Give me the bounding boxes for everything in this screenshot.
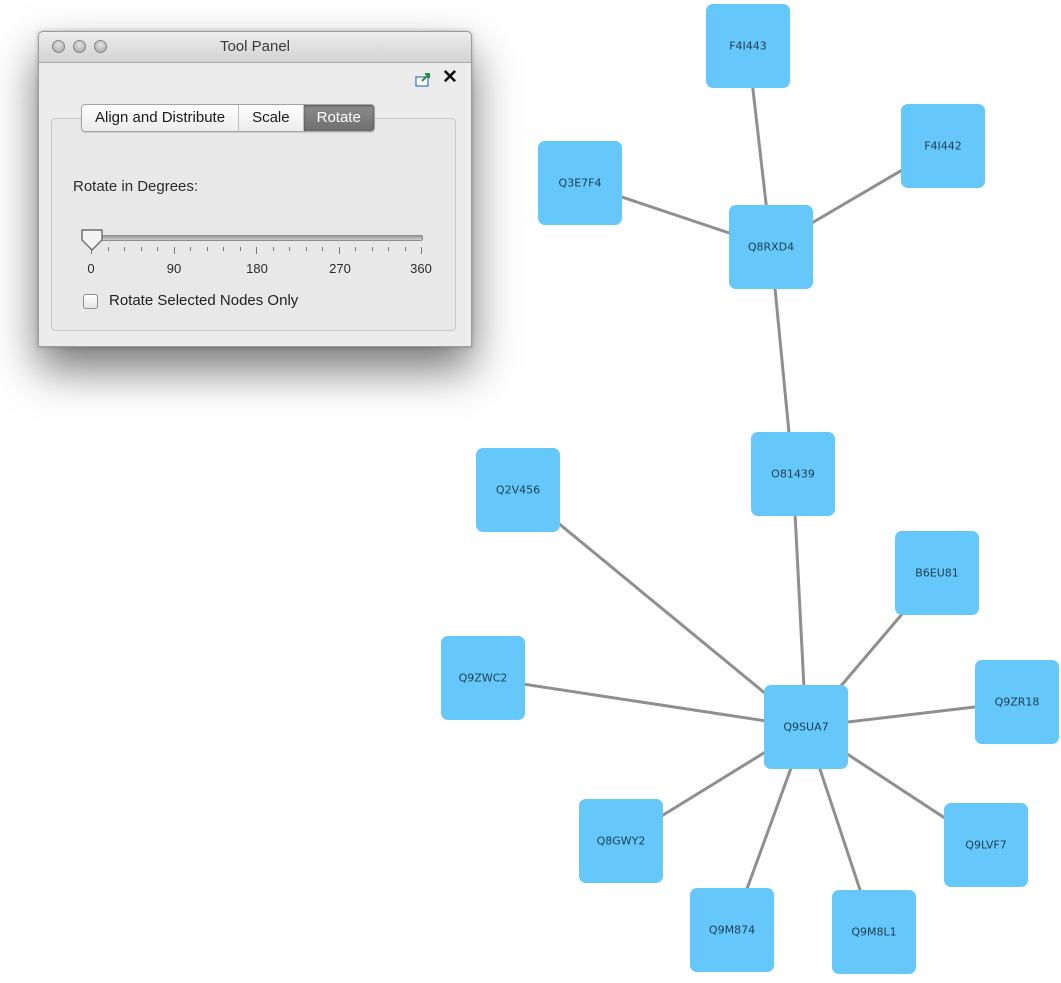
slider-tick bbox=[305, 247, 307, 251]
slider-tick bbox=[239, 247, 241, 251]
graph-node[interactable]: Q8RXD4 bbox=[729, 205, 813, 289]
slider-tick bbox=[421, 247, 422, 254]
rotate-selected-only-checkbox[interactable] bbox=[83, 294, 98, 309]
graph-node-label: Q9SUA7 bbox=[783, 721, 828, 734]
graph-node[interactable]: Q3E7F4 bbox=[538, 141, 622, 225]
graph-edge[interactable] bbox=[517, 488, 807, 729]
slider-tick bbox=[107, 247, 109, 251]
tab-rotate[interactable]: Rotate bbox=[303, 105, 374, 131]
slider-tick-label: 360 bbox=[410, 261, 432, 276]
slider-tick bbox=[173, 247, 175, 254]
slider-tick bbox=[157, 247, 158, 251]
graph-node[interactable]: Q9M8L1 bbox=[832, 890, 916, 974]
slider-tick-label: 270 bbox=[329, 261, 351, 276]
graph-node-label: Q9M874 bbox=[709, 924, 755, 937]
graph-node-label: Q9M8L1 bbox=[851, 926, 896, 939]
rotate-slider-track[interactable] bbox=[85, 235, 423, 241]
tab-align-distribute[interactable]: Align and Distribute bbox=[82, 105, 240, 131]
slider-tick bbox=[371, 247, 373, 251]
slider-tick bbox=[124, 247, 125, 251]
rotate-slider-thumb[interactable] bbox=[79, 228, 105, 252]
slider-tick bbox=[355, 247, 356, 251]
graph-node[interactable]: F4I443 bbox=[706, 4, 790, 88]
rotate-degrees-label: Rotate in Degrees: bbox=[73, 178, 199, 195]
graph-node[interactable]: Q9SUA7 bbox=[764, 685, 848, 769]
slider-tick bbox=[289, 247, 290, 251]
graph-node-label: Q8RXD4 bbox=[748, 241, 794, 254]
graph-node-label: Q9LVF7 bbox=[965, 839, 1006, 852]
slider-tick bbox=[338, 247, 340, 254]
graph-node-label: Q9ZWC2 bbox=[459, 672, 508, 685]
graph-node-label: Q3E7F4 bbox=[559, 177, 602, 190]
tab-bar: Align and Distribute Scale Rotate bbox=[81, 104, 375, 132]
slider-tick bbox=[404, 247, 406, 251]
graph-node-label: Q8GWY2 bbox=[597, 835, 646, 848]
tab-scale[interactable]: Scale bbox=[239, 105, 304, 131]
graph-node[interactable]: B6EU81 bbox=[895, 531, 979, 615]
slider-tick-label: 90 bbox=[166, 261, 182, 276]
slider-tick bbox=[272, 247, 274, 251]
graph-node-label: Q9ZR18 bbox=[995, 696, 1040, 709]
rotate-selected-only-label[interactable]: Rotate Selected Nodes Only bbox=[109, 292, 298, 309]
graph-node-label: O81439 bbox=[771, 468, 815, 481]
graph-node[interactable]: Q9M874 bbox=[690, 888, 774, 972]
slider-tick-label: 180 bbox=[246, 261, 268, 276]
graph-node-label: Q2V456 bbox=[496, 484, 540, 497]
slider-tick bbox=[223, 247, 224, 251]
graph-node[interactable]: O81439 bbox=[751, 432, 835, 516]
window-titlebar[interactable]: Tool Panel bbox=[39, 32, 471, 63]
graph-node[interactable]: Q8GWY2 bbox=[579, 799, 663, 883]
slider-tick bbox=[190, 247, 191, 251]
graph-node[interactable]: Q2V456 bbox=[476, 448, 560, 532]
slider-tick bbox=[140, 247, 142, 251]
graph-node[interactable]: Q9ZR18 bbox=[975, 660, 1059, 744]
slider-tick-label: 0 bbox=[87, 261, 95, 276]
close-icon[interactable]: ✕ bbox=[442, 66, 458, 90]
graph-node-label: F4I442 bbox=[924, 140, 962, 153]
graph-node-label: F4I443 bbox=[729, 40, 767, 53]
slider-tick bbox=[322, 247, 323, 251]
graph-node[interactable]: Q9LVF7 bbox=[944, 803, 1028, 887]
graph-node[interactable]: F4I442 bbox=[901, 104, 985, 188]
float-window-icon[interactable] bbox=[415, 73, 431, 87]
graph-node-label: B6EU81 bbox=[915, 567, 959, 580]
slider-tick bbox=[206, 247, 208, 251]
window-title: Tool Panel bbox=[219, 38, 291, 55]
slider-tick bbox=[388, 247, 389, 251]
graph-node[interactable]: Q9ZWC2 bbox=[441, 636, 525, 720]
slider-tick bbox=[256, 247, 257, 254]
tool-panel-window: Tool Panel ✕ Align and Distribute Scale … bbox=[38, 31, 472, 347]
